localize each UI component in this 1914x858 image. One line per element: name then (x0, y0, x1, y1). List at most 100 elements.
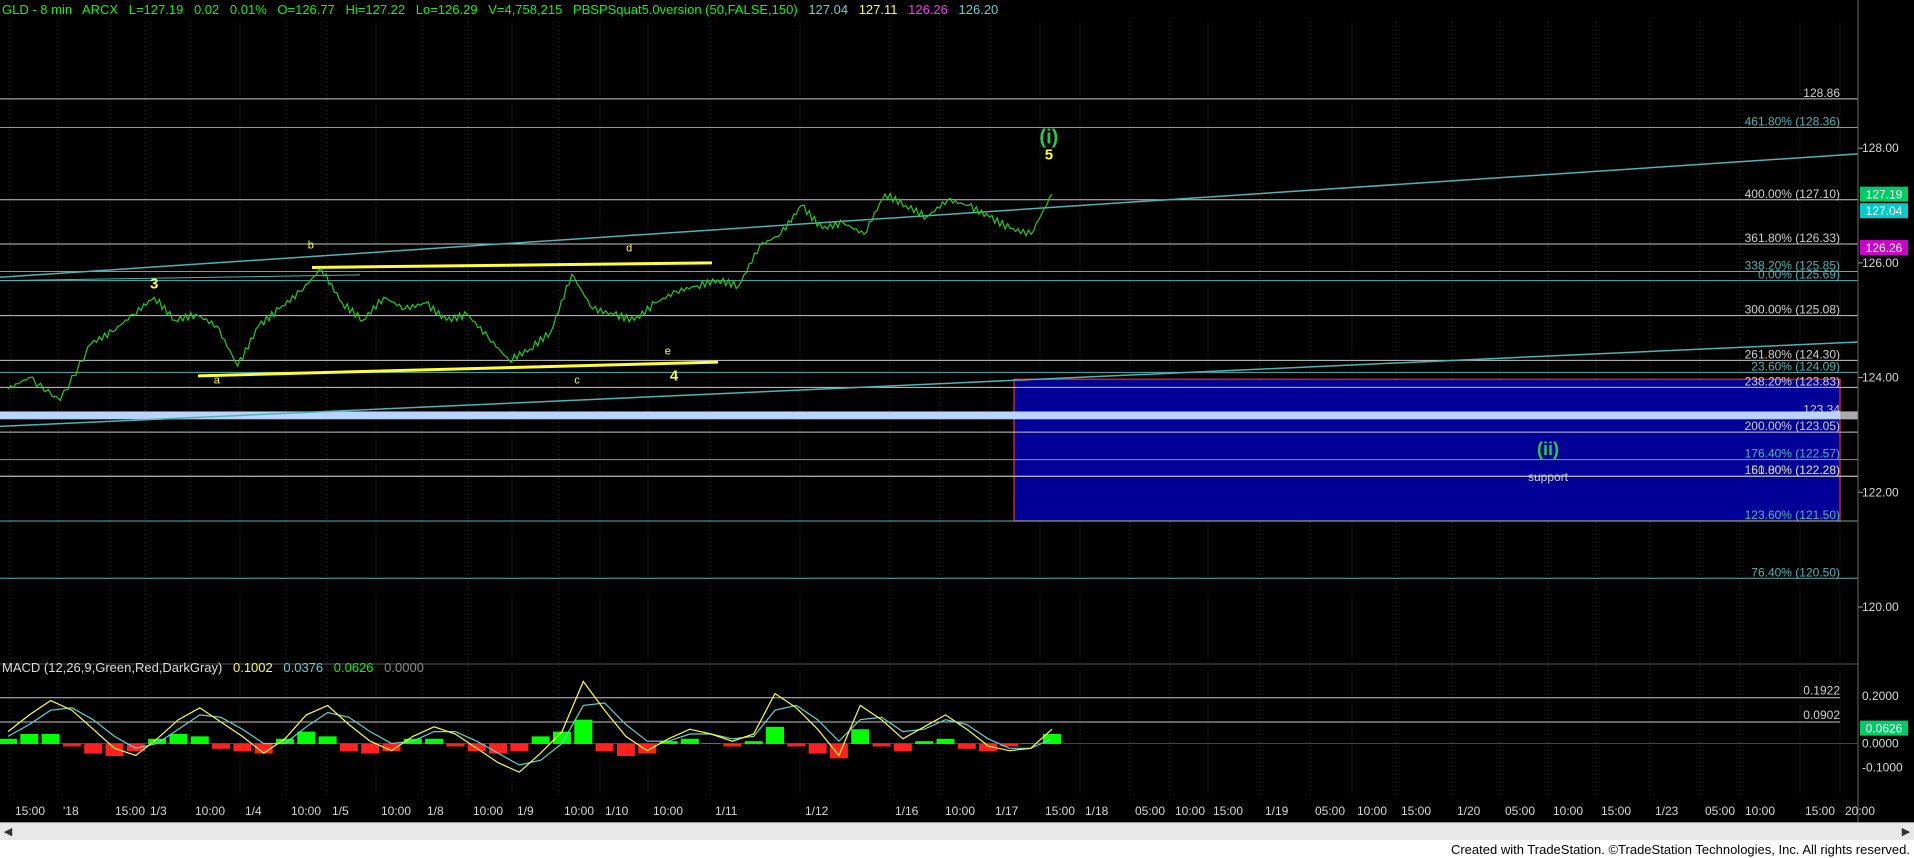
x-tick-label: 1/20 (1457, 804, 1481, 818)
x-tick-label: 10:00 (564, 804, 594, 818)
x-tick-label: 1/18 (1085, 804, 1109, 818)
price-tag-label: 126.26 (1866, 241, 1903, 255)
x-tick-label: 1/16 (895, 804, 919, 818)
macd-histogram-bar (574, 719, 593, 745)
macd-value-3: 0.0626 (333, 660, 374, 675)
macd-value-1: 0.1002 (232, 660, 273, 675)
macd-histogram-bar (318, 736, 337, 745)
x-tick-label: 10:00 (473, 804, 503, 818)
last-price: L=127.19 (128, 2, 184, 17)
x-tick-label: 1/3 (150, 804, 167, 818)
macd-y-tick-label: 0.2000 (1862, 689, 1899, 703)
x-tick-label: 05:00 (1505, 804, 1535, 818)
macd-histogram-bar (957, 743, 976, 749)
macd-histogram-bar (872, 743, 891, 747)
fib-level-label: 123.60% (121.50) (1745, 508, 1840, 522)
price-tag-label: 127.04 (1866, 204, 1903, 218)
macd-histogram-bar (510, 743, 529, 752)
x-tick-label: 10:00 (291, 804, 321, 818)
x-tick-label: '18 (63, 804, 79, 818)
change-pct: 0.01% (229, 2, 267, 17)
macd-histogram-bar (233, 743, 252, 752)
macd-value-2: 0.0376 (283, 660, 324, 675)
fib-level-label: 0.00% (125.69) (1758, 268, 1840, 282)
x-tick-label: 05:00 (1315, 804, 1345, 818)
fib-level-label: 161.80% (122.28) (1745, 463, 1840, 477)
scroll-left-arrow-icon[interactable]: ◀ (2, 825, 14, 839)
macd-histogram-bar (851, 729, 870, 745)
macd-histogram-bar (361, 743, 380, 754)
fib-level-label: 176.40% (122.57) (1745, 447, 1840, 461)
scroll-right-arrow-icon[interactable]: ▶ (1900, 825, 1912, 839)
wave-label: 5 (1045, 147, 1053, 164)
x-tick-label: 1/9 (517, 804, 534, 818)
macd-histogram-bar (190, 736, 209, 745)
y-tick-label: 124.00 (1862, 371, 1899, 385)
fib-level-label: 300.00% (125.08) (1745, 303, 1840, 317)
symbol-label: GLD - 8 min (2, 2, 73, 17)
macd-value-4: 0.0000 (384, 660, 424, 675)
x-tick-label: 1/23 (1655, 804, 1679, 818)
indicator-name: PBSPSquat5.0version (50,FALSE,150) (572, 2, 798, 17)
horizontal-scrollbar[interactable]: ◀ ▶ (0, 822, 1914, 841)
open-price: O=126.77 (277, 2, 335, 17)
macd-level-label: 0.0902 (1803, 708, 1840, 722)
fib-level-label: 238.20% (123.83) (1745, 374, 1840, 388)
macd-name: MACD (12,26,9,Green,Red,DarkGray) (2, 660, 223, 675)
macd-histogram-bar (1021, 743, 1040, 745)
macd-level-label: 0.1922 (1803, 684, 1840, 698)
macd-histogram-bar (680, 738, 699, 745)
macd-header: MACD (12,26,9,Green,Red,DarkGray) 0.1002… (2, 660, 431, 675)
y-tick-label: 120.00 (1862, 600, 1899, 614)
copyright-text: Created with TradeStation. ©TradeStation… (1450, 842, 1910, 857)
fib-level-label: 128.86 (1803, 86, 1840, 100)
macd-histogram-bar (62, 743, 81, 747)
macd-histogram-bar (105, 743, 124, 756)
macd-histogram-bar (702, 743, 721, 745)
copyright-footer: Created with TradeStation. ©TradeStation… (0, 840, 1914, 858)
macd-histogram-bar (84, 743, 103, 754)
macd-histogram-bar (723, 743, 742, 747)
macd-histogram-bar (638, 743, 657, 754)
macd-histogram-bar (936, 738, 955, 745)
volume-value: V=4,758,215 (488, 2, 563, 17)
macd-histogram-bar (489, 743, 508, 754)
indicator-value-3: 126.26 (908, 2, 948, 17)
macd-histogram-bar (744, 741, 763, 745)
macd-histogram-bar (915, 741, 934, 745)
fib-level-label: 400.00% (127.10) (1745, 187, 1840, 201)
x-tick-label: 15:00 (1805, 804, 1835, 818)
macd-histogram-bar (616, 743, 635, 756)
macd-histogram-bar (212, 743, 231, 749)
support-zone-label: support (1528, 470, 1569, 484)
change-value: 0.02 (193, 2, 220, 17)
fib-level-label: 361.80% (126.33) (1745, 231, 1840, 245)
fib-level-label: 461.80% (128.36) (1745, 115, 1840, 129)
x-tick-label: 05:00 (1135, 804, 1165, 818)
x-tick-label: 15:00 (15, 804, 45, 818)
x-tick-label: 1/5 (332, 804, 349, 818)
x-tick-label: 15:00 (1401, 804, 1431, 818)
x-tick-label: 10:00 (195, 804, 225, 818)
wave-label: e (665, 346, 671, 358)
x-tick-label: 05:00 (1705, 804, 1735, 818)
fib-level-label: 200.00% (123.05) (1745, 419, 1840, 433)
macd-histogram-bar (339, 743, 358, 752)
macd-histogram-bar (446, 743, 465, 747)
chart-header: GLD - 8 min ARCX L=127.19 0.02 0.01% O=1… (2, 2, 1005, 17)
indicator-value-2: 127.11 (858, 2, 898, 17)
wave-label: c (574, 374, 580, 386)
macd-histogram-bar (20, 734, 39, 745)
wave-label: 4 (670, 367, 679, 384)
macd-histogram-bar (595, 743, 614, 752)
exchange-label: ARCX (81, 2, 119, 17)
macd-histogram-bar (169, 734, 188, 745)
x-tick-label: 15:00 (115, 804, 145, 818)
macd-histogram-bar (766, 726, 785, 745)
x-tick-label: 10:00 (1357, 804, 1387, 818)
x-tick-label: 10:00 (653, 804, 683, 818)
x-tick-label: 15:00 (1213, 804, 1243, 818)
x-tick-label: 1/11 (715, 804, 738, 818)
wave-label: d (626, 242, 632, 254)
x-tick-label: 1/10 (605, 804, 629, 818)
